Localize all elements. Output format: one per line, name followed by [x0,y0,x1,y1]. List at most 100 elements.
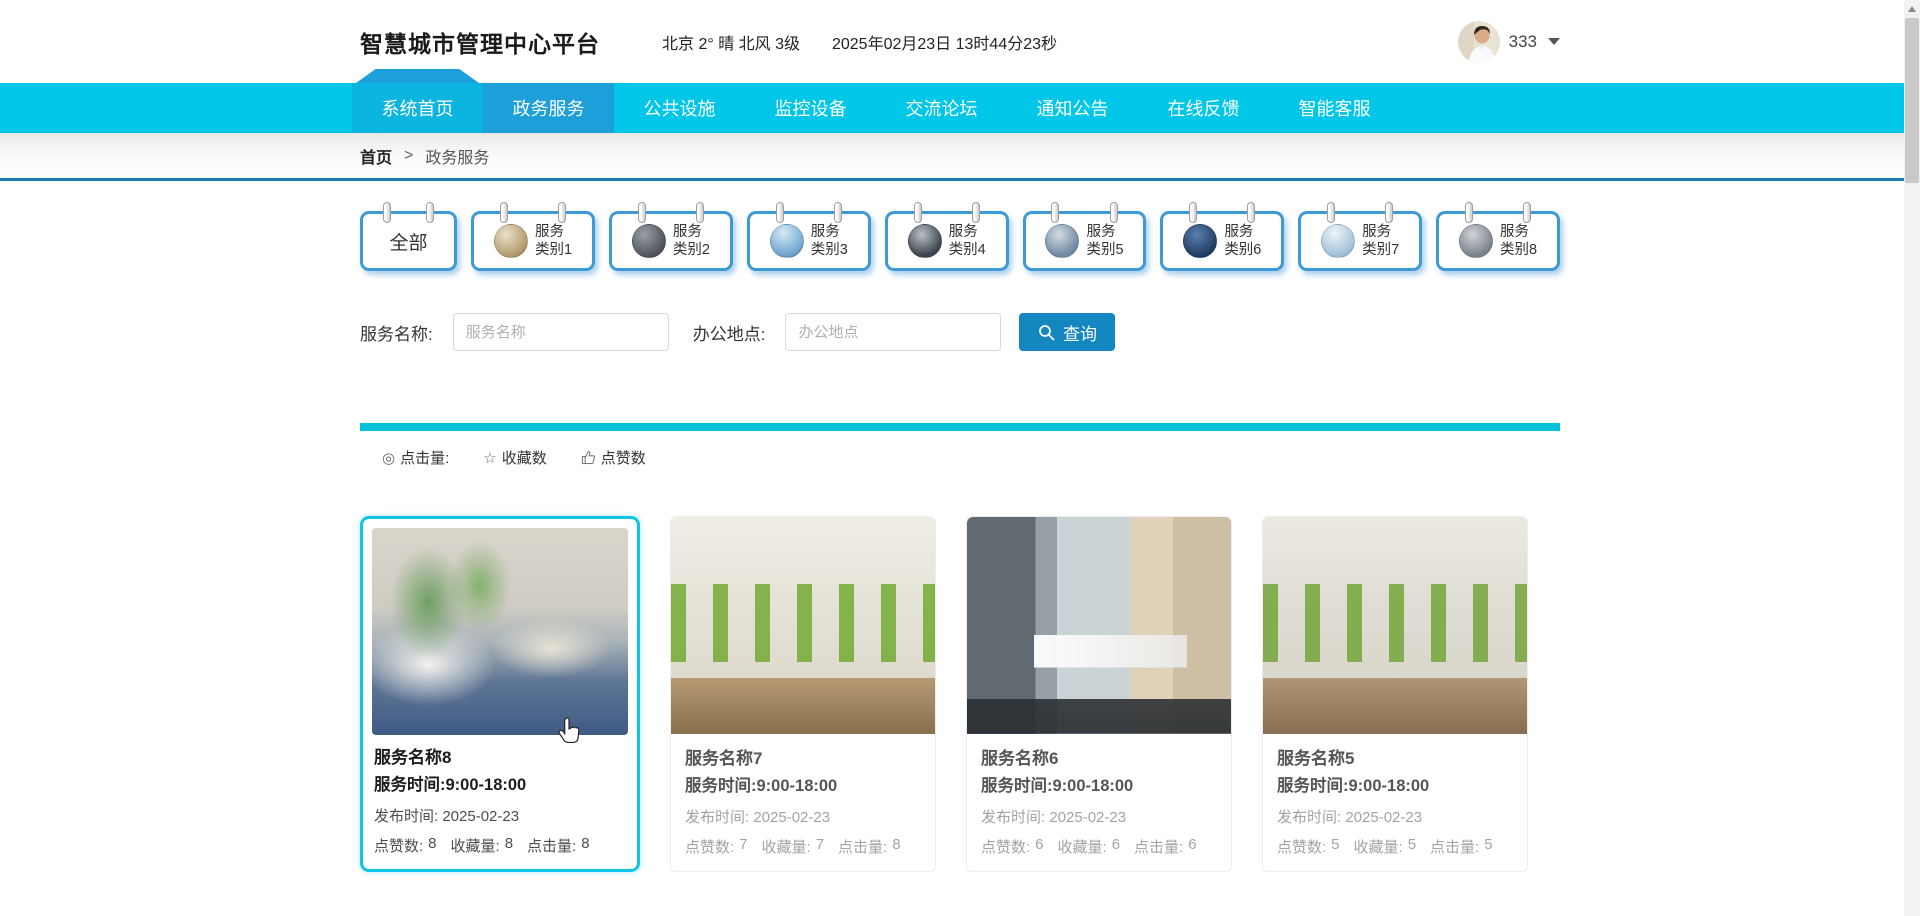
query-button[interactable]: 查询 [1019,313,1115,351]
category-button-2[interactable]: 服务类别2 [609,211,733,271]
scrollbar-up-arrow[interactable] [1904,0,1920,17]
category-all-label: 全部 [390,228,428,255]
service-card-stats: 点赞数:6 收藏量:6 点击量:6 [981,836,1217,857]
avatar[interactable] [1458,21,1500,63]
office-location-input[interactable] [785,313,1001,351]
user-menu[interactable]: 333 [1458,21,1560,63]
nav-tab-6[interactable]: 通知公告 [1007,83,1138,133]
building-photo-3-icon [770,224,804,258]
pin-icon [1385,202,1393,223]
nav-tabs: 系统首页政务服务 公共设施 监控设备 交流论坛 通知公告 在线反馈 智能客服 [352,83,1552,133]
search-bar: 服务名称: 办公地点: 查询 [360,313,1560,351]
service-card-publish: 发布时间: 2025-02-23 [1277,806,1513,827]
nav-tab-2[interactable]: 政务服务 [483,83,614,133]
category-button-3[interactable]: 服务类别3 [747,211,871,271]
pin-icon [1523,202,1531,223]
service-card-grid: 服务名称8 服务时间:9:00-18:00 发布时间: 2025-02-23 点… [360,516,1560,872]
search-icon [1038,324,1055,341]
pin-icon [1051,202,1059,223]
page-title: 智慧城市管理中心平台 [360,25,600,59]
service-card-title: 服务名称5 [1277,744,1513,769]
breadcrumb-current: 政务服务 [425,144,489,168]
service-card[interactable]: 服务名称7 服务时间:9:00-18:00 发布时间: 2025-02-23 点… [670,516,936,872]
legend-clicks: ◎ 点击量: [382,447,449,468]
category-button-7[interactable]: 服务类别7 [1298,211,1422,271]
category-row: 全部 服务类别1 服务类别2服务类别3 服务类别4 服务类别5 服务类别6服务类别7 服务类… [360,211,1560,271]
scrollbar-thumb[interactable] [1905,18,1919,183]
nav-tab-4[interactable]: 监控设备 [745,83,876,133]
building-photo-4-icon [908,224,942,258]
username[interactable]: 333 [1509,32,1537,52]
nav-tab-label: 监控设备 [775,95,847,121]
avatar-image [1458,21,1500,63]
nav-tab-5[interactable]: 交流论坛 [876,83,1007,133]
eye-icon: ◎ [382,449,395,467]
pin-icon [914,202,922,223]
star-icon: ☆ [483,449,496,467]
building-photo-5-icon [1045,224,1079,258]
pin-icon [972,202,980,223]
nav-tab-label: 通知公告 [1037,95,1109,121]
pin-icon [776,202,784,223]
service-card[interactable]: 服务名称5 服务时间:9:00-18:00 发布时间: 2025-02-23 点… [1262,516,1528,872]
service-card-time: 服务时间:9:00-18:00 [1277,772,1513,796]
nav-tab-3[interactable]: 公共设施 [614,83,745,133]
office-location-label: 办公地点: [693,320,766,345]
category-button-5[interactable]: 服务类别5 [1023,211,1147,271]
main-nav: 系统首页政务服务 公共设施 监控设备 交流论坛 通知公告 在线反馈 智能客服 [0,83,1904,133]
service-card[interactable]: 服务名称6 服务时间:9:00-18:00 发布时间: 2025-02-23 点… [966,516,1232,872]
breadcrumb-bar: 首页 > 政务服务 [0,133,1920,181]
nav-tab-label: 公共设施 [644,95,716,121]
nav-tab-7[interactable]: 在线反馈 [1138,83,1269,133]
header: 智慧城市管理中心平台 北京 2° 晴 北风 3级 2025年02月23日 13时… [0,0,1920,83]
nav-tab-label: 交流论坛 [906,95,978,121]
service-card-publish: 发布时间: 2025-02-23 [685,806,921,827]
pin-icon [638,202,646,223]
category-label: 服务类别5 [1086,223,1123,259]
service-card-image [671,517,935,734]
breadcrumb: 首页 > 政务服务 [360,133,1560,178]
category-button-1[interactable]: 服务类别1 [471,211,595,271]
legend-favorites-label: 收藏数 [502,447,547,468]
category-label: 服务类别8 [1500,223,1537,259]
datetime-clock: 2025年02月23日 13时44分23秒 [832,30,1057,54]
pin-icon [1327,202,1335,223]
service-card[interactable]: 服务名称8 服务时间:9:00-18:00 发布时间: 2025-02-23 点… [360,516,640,872]
building-photo-7-icon [1321,224,1355,258]
category-label: 服务类别1 [535,223,572,259]
service-card-time: 服务时间:9:00-18:00 [981,772,1217,796]
service-name-input[interactable] [453,313,669,351]
service-card-stats: 点赞数:7 收藏量:7 点击量:8 [685,836,921,857]
page: 智慧城市管理中心平台 北京 2° 晴 北风 3级 2025年02月23日 13时… [0,0,1920,916]
category-button-8[interactable]: 服务类别8 [1436,211,1560,271]
nav-tab-1[interactable]: 系统首页 [352,83,483,133]
category-button-6[interactable]: 服务类别6 [1160,211,1284,271]
service-card-time: 服务时间:9:00-18:00 [374,771,626,795]
legend-favorites: ☆ 收藏数 [483,447,546,468]
legend-likes-label: 点赞数 [601,447,646,468]
chevron-down-icon[interactable] [1548,38,1560,45]
stats-legend: ◎ 点击量: ☆ 收藏数 点赞数 [360,447,1560,468]
pin-icon [383,202,391,223]
service-card-image [1263,517,1527,734]
vertical-scrollbar[interactable] [1904,0,1920,916]
breadcrumb-home[interactable]: 首页 [360,144,392,168]
category-all-button[interactable]: 全部 [360,211,457,271]
nav-tab-label: 在线反馈 [1168,95,1240,121]
service-card-publish: 发布时间: 2025-02-23 [374,805,626,826]
service-name-label: 服务名称: [360,320,433,345]
service-card-title: 服务名称6 [981,744,1217,769]
category-button-4[interactable]: 服务类别4 [885,211,1009,271]
legend-likes: 点赞数 [581,447,646,468]
query-button-label: 查询 [1063,320,1097,345]
service-card-publish: 发布时间: 2025-02-23 [981,806,1217,827]
nav-tab-8[interactable]: 智能客服 [1269,83,1400,133]
pin-icon [1189,202,1197,223]
service-card-time: 服务时间:9:00-18:00 [685,772,921,796]
building-photo-8-icon [1459,224,1493,258]
thumbs-up-icon [581,450,596,465]
pin-icon [558,202,566,223]
pin-icon [696,202,704,223]
category-label: 服务类别4 [949,223,986,259]
pin-icon [426,202,434,223]
